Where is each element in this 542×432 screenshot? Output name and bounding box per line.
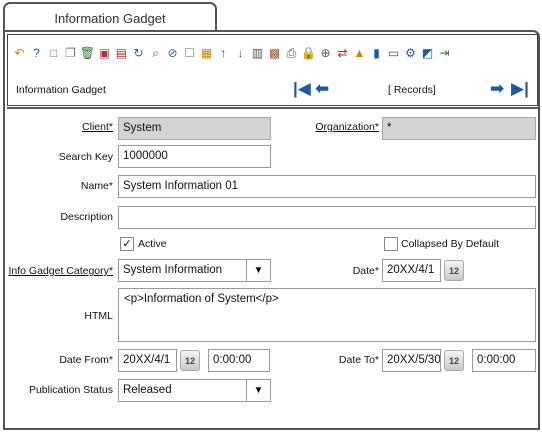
toolbar-icons: ↶? □ ❐ 🗑 ▣ ▤ ↻ ⌕ ⊘ ☐ ▦ ↑ ↓ ▥ ▩ ⎙ 🔒 ⊕ ⇄ ▲ ▮ ▭ ⚙ ◩ ⇥ bbox=[12, 44, 452, 61]
product-info-icon[interactable]: ▭ bbox=[386, 44, 401, 61]
window-tab[interactable]: Information Gadget bbox=[3, 2, 217, 32]
previous-record-icon[interactable]: ⬅ bbox=[315, 80, 329, 97]
window-tab-title: Information Gadget bbox=[54, 11, 166, 26]
chevron-down-icon[interactable]: ▼ bbox=[246, 260, 270, 281]
report-icon[interactable]: ▩ bbox=[267, 44, 282, 61]
date-label: Date* bbox=[352, 265, 379, 277]
detail-record-icon[interactable]: ↓ bbox=[233, 44, 248, 61]
publication-status-label: Publication Status bbox=[28, 384, 113, 396]
description-field[interactable] bbox=[118, 206, 536, 229]
exit-icon[interactable]: ⇥ bbox=[437, 44, 452, 61]
checkmark-icon: ✓ bbox=[122, 237, 132, 250]
publication-status-select[interactable]: Released ▼ bbox=[118, 379, 271, 402]
active-label: Active bbox=[138, 238, 167, 250]
date-to-field[interactable]: 20XX/5/30 bbox=[382, 349, 441, 372]
undo-icon[interactable]: ↶ bbox=[12, 44, 27, 61]
grid-toggle-icon[interactable]: ▦ bbox=[199, 44, 214, 61]
calendar-icon[interactable]: 12 bbox=[444, 260, 464, 281]
calendar-icon[interactable]: 12 bbox=[180, 350, 200, 371]
collapsed-by-default-label: Collapsed By Default bbox=[401, 238, 500, 250]
window-frame: ↶? □ ❐ 🗑 ▣ ▤ ↻ ⌕ ⊘ ☐ ▦ ↑ ↓ ▥ ▩ ⎙ 🔒 ⊕ ⇄ ▲ ▮ ▭ ⚙ ◩ ⇥ Information G… bbox=[3, 30, 540, 430]
info-gadget-category-select[interactable]: System Information ▼ bbox=[118, 259, 271, 282]
date-from-label: Date From* bbox=[59, 354, 113, 366]
name-field[interactable]: System Information 01 bbox=[118, 175, 536, 198]
settings-icon[interactable]: ⚙ bbox=[403, 44, 418, 61]
new-record-icon[interactable]: □ bbox=[46, 44, 61, 61]
request-icon[interactable]: ▲ bbox=[352, 44, 367, 61]
chevron-down-icon[interactable]: ▼ bbox=[246, 380, 270, 401]
translate-icon[interactable]: ◩ bbox=[420, 44, 435, 61]
refresh-icon[interactable]: ↻ bbox=[131, 44, 146, 61]
save-icon[interactable]: ▣ bbox=[97, 44, 112, 61]
date-to-label: Date To* bbox=[338, 354, 379, 366]
toolbar-divider bbox=[7, 107, 538, 109]
organization-label[interactable]: Organization* bbox=[275, 121, 379, 133]
help-icon[interactable]: ? bbox=[29, 44, 44, 61]
find-icon[interactable]: ⌕ bbox=[148, 44, 163, 61]
parent-record-icon[interactable]: ↑ bbox=[216, 44, 231, 61]
active-checkbox[interactable]: ✓ bbox=[120, 237, 134, 251]
date-from-time-field[interactable]: 0:00:00 bbox=[208, 349, 270, 372]
calendar-icon[interactable]: 12 bbox=[444, 350, 464, 371]
search-key-label: Search Key bbox=[58, 151, 113, 163]
html-label: HTML bbox=[84, 310, 113, 322]
workflow-icon[interactable]: ⇄ bbox=[335, 44, 350, 61]
html-textarea[interactable]: <p>Information of System</p> bbox=[118, 288, 536, 342]
attachment-icon[interactable]: ⊘ bbox=[165, 44, 180, 61]
save-new-icon[interactable]: ▤ bbox=[114, 44, 129, 61]
toolbar: ↶? □ ❐ 🗑 ▣ ▤ ↻ ⌕ ⊘ ☐ ▦ ↑ ↓ ▥ ▩ ⎙ 🔒 ⊕ ⇄ ▲ ▮ ▭ ⚙ ◩ ⇥ Information G… bbox=[7, 34, 538, 106]
record-counter: [ Records] bbox=[388, 84, 436, 96]
client-label[interactable]: Client* bbox=[5, 121, 113, 133]
zoom-across-icon[interactable]: ⊕ bbox=[318, 44, 333, 61]
print-icon[interactable]: ⎙ bbox=[284, 44, 299, 61]
chat-icon[interactable]: ☐ bbox=[182, 44, 197, 61]
first-record-icon[interactable]: |◀ bbox=[293, 80, 311, 97]
copy-record-icon[interactable]: ❐ bbox=[63, 44, 78, 61]
archive-icon[interactable]: ▮ bbox=[369, 44, 384, 61]
next-record-icon[interactable]: ➡ bbox=[490, 80, 504, 97]
lock-icon[interactable]: 🔒 bbox=[301, 44, 316, 61]
organization-field: * bbox=[382, 117, 536, 140]
client-field: System bbox=[118, 117, 271, 140]
date-from-field[interactable]: 20XX/4/1 bbox=[118, 349, 177, 372]
name-label: Name* bbox=[80, 180, 113, 192]
toolbar-title: Information Gadget bbox=[16, 84, 106, 96]
date-to-time-field[interactable]: 0:00:00 bbox=[472, 349, 536, 372]
search-key-field[interactable]: 1000000 bbox=[118, 145, 271, 168]
collapsed-by-default-checkbox[interactable] bbox=[384, 237, 398, 251]
last-record-icon[interactable]: ▶| bbox=[511, 80, 529, 97]
info-gadget-category-label[interactable]: Info Gadget Category* bbox=[5, 265, 114, 277]
delete-icon[interactable]: 🗑 bbox=[80, 44, 95, 61]
description-label: Description bbox=[60, 211, 113, 223]
date-field[interactable]: 20XX/4/1 bbox=[382, 259, 441, 282]
history-icon[interactable]: ▥ bbox=[250, 44, 265, 61]
